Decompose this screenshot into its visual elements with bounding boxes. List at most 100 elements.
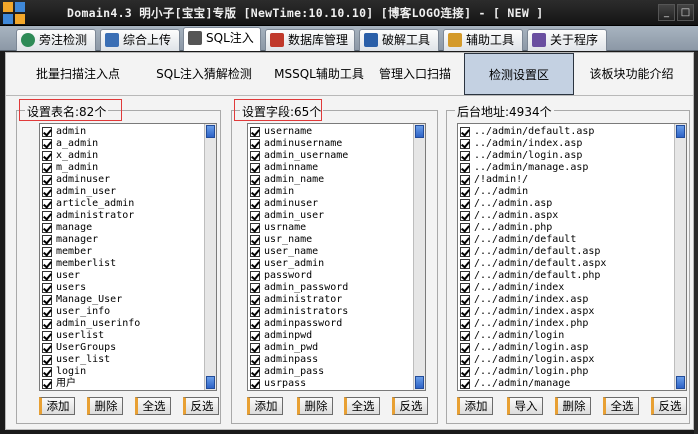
checkbox[interactable] (250, 367, 260, 377)
list-item[interactable]: /../admin/login.aspx (460, 354, 672, 366)
list-item[interactable]: memberlist (42, 258, 202, 270)
list-item[interactable]: 用户 (42, 378, 202, 390)
checkbox[interactable] (460, 235, 470, 245)
checkbox[interactable] (250, 259, 260, 269)
checkbox[interactable] (460, 223, 470, 233)
list-item[interactable]: user_admin (250, 258, 411, 270)
checkbox[interactable] (460, 355, 470, 365)
list-item[interactable]: username (250, 126, 411, 138)
list-item[interactable]: ../admin/login.asp (460, 150, 672, 162)
list-item[interactable]: m_admin (42, 162, 202, 174)
checkbox[interactable] (42, 223, 52, 233)
list-item[interactable]: /../admin/login.asp (460, 342, 672, 354)
subtab-settings[interactable]: 检测设置区 (464, 53, 574, 95)
checkbox[interactable] (42, 271, 52, 281)
list-item[interactable]: adminuser (250, 198, 411, 210)
checkbox[interactable] (460, 163, 470, 173)
fields-delete-button[interactable]: 删除 (297, 397, 333, 415)
list-item[interactable]: member (42, 246, 202, 258)
checkbox[interactable] (250, 307, 260, 317)
checkbox[interactable] (250, 355, 260, 365)
checkbox[interactable] (460, 127, 470, 137)
scroll-up-arrow[interactable] (676, 125, 685, 138)
checkbox[interactable] (460, 307, 470, 317)
tab-database[interactable]: 数据库管理 (265, 29, 355, 51)
subtab-admin-scan[interactable]: 管理入口扫描 (360, 53, 470, 95)
scroll-up-arrow[interactable] (206, 125, 215, 138)
list-item[interactable]: x_admin (42, 150, 202, 162)
fields-listbox[interactable]: username adminusername admin_usernameadmin… (247, 123, 426, 391)
checkbox[interactable] (460, 139, 470, 149)
subtab-mssql-tools[interactable]: MSSQL辅助工具 (264, 53, 374, 95)
paths-listbox[interactable]: ../admin/default.asp ../admin/index.asp..… (457, 123, 687, 391)
fields-select-all-button[interactable]: 全选 (344, 397, 380, 415)
tab-side-detect[interactable]: 旁注检测 (16, 29, 96, 51)
list-item[interactable]: usrname (250, 222, 411, 234)
list-item[interactable]: article_admin (42, 198, 202, 210)
paths-invert-button[interactable]: 反选 (651, 397, 687, 415)
checkbox[interactable] (42, 379, 52, 389)
checkbox[interactable] (42, 331, 52, 341)
checkbox[interactable] (460, 343, 470, 353)
checkbox[interactable] (42, 187, 52, 197)
checkbox[interactable] (460, 151, 470, 161)
list-item[interactable]: admin_userinfo (42, 318, 202, 330)
list-item[interactable]: manage (42, 222, 202, 234)
list-item[interactable]: admin (250, 186, 411, 198)
list-item[interactable]: usrpass (250, 378, 411, 390)
tables-add-button[interactable]: 添加 (39, 397, 75, 415)
list-item[interactable]: login (42, 366, 202, 378)
checkbox[interactable] (460, 259, 470, 269)
list-item[interactable]: /../admin/default.asp (460, 246, 672, 258)
list-item[interactable]: /../admin/index (460, 282, 672, 294)
list-item[interactable]: /../admin.asp (460, 198, 672, 210)
list-item[interactable]: adminpassword (250, 318, 411, 330)
scroll-down-arrow[interactable] (415, 376, 424, 389)
maximize-button[interactable]: □ (677, 4, 694, 21)
checkbox[interactable] (42, 127, 52, 137)
list-item[interactable]: adminpwd (250, 330, 411, 342)
list-item[interactable]: adminusername (250, 138, 411, 150)
checkbox[interactable] (42, 295, 52, 305)
checkbox[interactable] (42, 355, 52, 365)
checkbox[interactable] (250, 223, 260, 233)
subtab-intro[interactable]: 该板块功能介绍 (574, 53, 689, 95)
list-item[interactable]: /../admin/manage (460, 378, 672, 390)
fields-invert-button[interactable]: 反选 (392, 397, 428, 415)
list-item[interactable]: Manage_User (42, 294, 202, 306)
tab-upload[interactable]: 综合上传 (100, 29, 180, 51)
list-item[interactable]: user_name (250, 246, 411, 258)
checkbox[interactable] (250, 343, 260, 353)
scroll-up-arrow[interactable] (415, 125, 424, 138)
checkbox[interactable] (460, 271, 470, 281)
checkbox[interactable] (460, 175, 470, 185)
list-item[interactable]: /../admin/login.php (460, 366, 672, 378)
list-item[interactable]: admin_username (250, 150, 411, 162)
checkbox[interactable] (42, 259, 52, 269)
list-item[interactable]: /../admin.php (460, 222, 672, 234)
checkbox[interactable] (42, 235, 52, 245)
scroll-down-arrow[interactable] (676, 376, 685, 389)
checkbox[interactable] (460, 247, 470, 257)
checkbox[interactable] (460, 367, 470, 377)
list-item[interactable]: user (42, 270, 202, 282)
list-item[interactable]: admin_user (42, 186, 202, 198)
list-item[interactable]: admin_user (250, 210, 411, 222)
minimize-button[interactable]: _ (658, 4, 675, 21)
list-item[interactable]: administrators (250, 306, 411, 318)
list-item[interactable]: admin_pwd (250, 342, 411, 354)
list-item[interactable]: usr_name (250, 234, 411, 246)
checkbox[interactable] (42, 211, 52, 221)
list-item[interactable]: /../admin/index.php (460, 318, 672, 330)
fields-scrollbar[interactable] (413, 124, 425, 390)
checkbox[interactable] (42, 199, 52, 209)
checkbox[interactable] (250, 151, 260, 161)
checkbox[interactable] (250, 319, 260, 329)
checkbox[interactable] (460, 211, 470, 221)
checkbox[interactable] (42, 175, 52, 185)
list-item[interactable]: a_admin (42, 138, 202, 150)
checkbox[interactable] (250, 163, 260, 173)
list-item[interactable]: UserGroups (42, 342, 202, 354)
checkbox[interactable] (250, 127, 260, 137)
list-item[interactable]: /../admin/default.php (460, 270, 672, 282)
